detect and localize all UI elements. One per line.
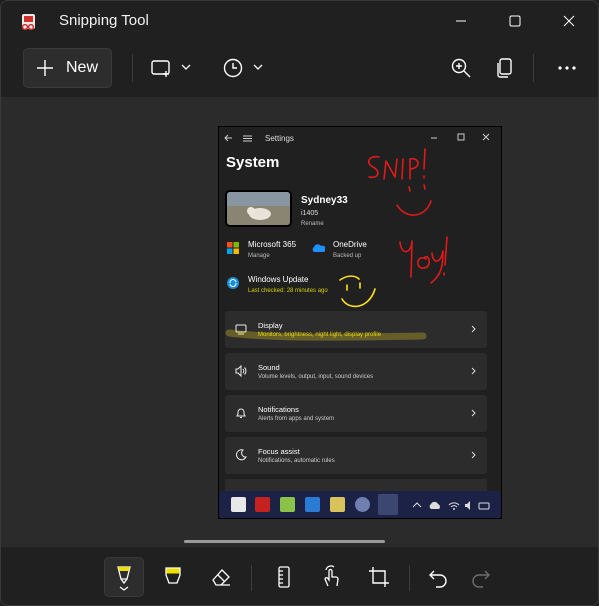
redo-icon [472, 570, 490, 588]
snip-mode-dropdown[interactable] [149, 53, 197, 83]
red-smiley-face [396, 184, 432, 216]
crop-icon [369, 567, 389, 587]
touch-writing-button[interactable] [311, 557, 351, 597]
highlighter-stroke [225, 329, 427, 341]
horizontal-scrollbar[interactable] [184, 540, 385, 543]
copy-icon [497, 58, 512, 78]
ballpoint-pen-icon [117, 566, 131, 591]
undo-icon [429, 570, 447, 588]
minimize-icon [456, 20, 466, 22]
captured-screenshot[interactable]: Settings System Sydney33 i1405 Rename Mi… [218, 126, 502, 519]
touch-writing-icon [324, 565, 339, 587]
window-title: Snipping Tool [59, 12, 149, 29]
more-options-button[interactable] [553, 53, 581, 83]
zoom-in-icon [451, 58, 471, 78]
close-icon [563, 15, 575, 27]
more-icon [558, 66, 576, 70]
ink-annotation-layer [225, 148, 448, 341]
file-explorer-icon[interactable] [330, 497, 345, 512]
maximize-button[interactable] [488, 1, 542, 41]
clock-icon [223, 58, 263, 78]
markup-divider [409, 565, 410, 591]
title-bar: Snipping Tool [1, 1, 598, 41]
zoom-button[interactable] [447, 53, 475, 83]
ruler-icon [278, 566, 290, 588]
eraser-icon [212, 569, 230, 586]
toolbar-divider [533, 54, 534, 82]
new-button[interactable]: New [23, 48, 112, 88]
eraser-button[interactable] [201, 557, 241, 597]
plus-icon [37, 60, 53, 76]
redo-button[interactable] [461, 557, 501, 597]
snipping-tool-window: Snipping Tool New Settings System Sydney… [0, 0, 599, 606]
delay-dropdown[interactable] [221, 53, 269, 83]
snipping-tool-taskbar-icon[interactable] [378, 494, 398, 515]
undo-button[interactable] [418, 557, 458, 597]
ballpoint-pen-button[interactable] [104, 557, 144, 597]
yay-handwriting [399, 236, 448, 284]
maximize-icon [509, 15, 521, 27]
system-tray-icon [413, 501, 490, 510]
highlighter-icon [165, 567, 181, 584]
settings-gear-icon[interactable] [355, 497, 370, 512]
taskbar-app-icon[interactable] [280, 497, 295, 512]
taskbar [219, 491, 501, 518]
crop-button[interactable] [359, 557, 399, 597]
rectangle-snip-icon [151, 60, 191, 77]
gmail-icon[interactable] [255, 497, 270, 512]
yellow-smiley-face [339, 275, 376, 308]
toolbar: New [1, 41, 598, 97]
close-button[interactable] [542, 1, 596, 41]
toolbar-divider [132, 54, 133, 82]
new-button-label: New [66, 59, 99, 76]
copy-button[interactable] [491, 53, 519, 83]
taskbar-app-icon[interactable] [231, 497, 246, 512]
markup-divider [251, 565, 252, 591]
minimize-button[interactable] [434, 1, 488, 41]
snipping-tool-app-icon [21, 14, 35, 31]
snip-handwriting [367, 148, 426, 180]
security-icon[interactable] [305, 497, 320, 512]
highlighter-button[interactable] [153, 557, 193, 597]
markup-toolbar [1, 547, 598, 605]
ruler-button[interactable] [264, 557, 304, 597]
